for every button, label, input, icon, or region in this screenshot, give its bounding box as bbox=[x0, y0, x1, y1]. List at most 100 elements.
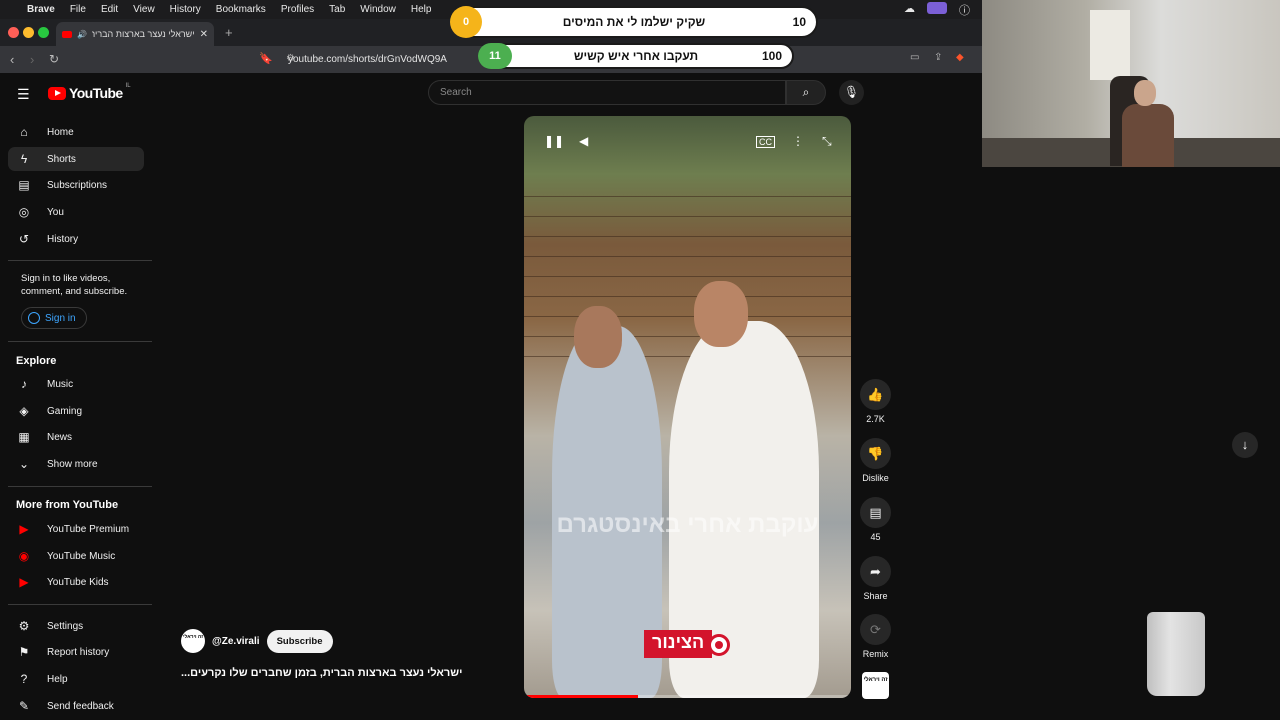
arrow-down-icon: ↓ bbox=[1241, 437, 1249, 452]
person-right-head bbox=[694, 281, 748, 347]
youtube-page: ☰ YouTube IL Search ⌕ 🎙 ⌂ Home ϟ Shorts … bbox=[0, 73, 982, 720]
sidebar-item-you[interactable]: ◎ You bbox=[8, 200, 144, 224]
comment-icon[interactable]: ▤ bbox=[860, 497, 891, 528]
overlay-score-right-2: 100 bbox=[761, 49, 782, 63]
minimize-window-button[interactable] bbox=[23, 27, 34, 38]
video-brand-label: הצינור bbox=[644, 630, 713, 658]
remix-icon[interactable]: ⟳ bbox=[860, 614, 891, 645]
comments-action[interactable]: ▤ 45 bbox=[860, 497, 891, 542]
menu-edit[interactable]: Edit bbox=[101, 4, 118, 15]
reload-icon[interactable]: ↻ bbox=[49, 52, 59, 66]
browser-tab[interactable]: 🔊 ישראלי נעצר בארצות הברית... ✕ bbox=[56, 22, 214, 46]
channel-name[interactable]: @Ze.virali bbox=[212, 636, 260, 647]
glass-cup bbox=[1147, 612, 1205, 696]
sidebar-item-subscriptions[interactable]: ▤ Subscriptions bbox=[8, 173, 144, 197]
video-overlay-text: עוקבת אחרי באינסטגרם bbox=[556, 511, 819, 538]
search-input[interactable]: Search bbox=[428, 80, 786, 105]
audio-source-thumbnail[interactable]: זה ויראלי bbox=[862, 672, 889, 699]
menu-tab[interactable]: Tab bbox=[329, 4, 345, 15]
sidebar-item-youtube-kids[interactable]: ▶ YouTube Kids bbox=[8, 570, 144, 594]
thumbs-down-icon[interactable]: 👎 bbox=[860, 438, 891, 469]
subscribe-button[interactable]: Subscribe bbox=[266, 629, 333, 653]
sidebar-item-report-history[interactable]: ⚑ Report history bbox=[8, 640, 144, 664]
overlay-text-2: תעקבו אחרי איש קשיש bbox=[573, 49, 699, 63]
menu-app-name[interactable]: Brave bbox=[27, 4, 55, 15]
like-count: 2.7K bbox=[866, 414, 885, 424]
brave-shields-icon[interactable]: ◆ bbox=[956, 52, 964, 63]
sidebar-item-history[interactable]: ↺ History bbox=[8, 227, 144, 251]
more-icon[interactable]: ⋮ bbox=[792, 134, 804, 148]
gaming-icon: ◈ bbox=[19, 404, 29, 418]
sidebar-item-send-feedback[interactable]: ✎ Send feedback bbox=[8, 694, 144, 718]
webcam-overlay bbox=[982, 0, 1280, 167]
menu-profiles[interactable]: Profiles bbox=[281, 4, 314, 15]
video-progress-bar[interactable] bbox=[524, 695, 851, 698]
maximize-window-button[interactable] bbox=[38, 27, 49, 38]
voice-search-button[interactable]: 🎙 bbox=[839, 80, 864, 105]
streamer-head bbox=[1134, 80, 1156, 106]
menu-view[interactable]: View bbox=[133, 4, 155, 15]
sidebar-item-youtube-music[interactable]: ◉ YouTube Music bbox=[8, 544, 144, 568]
remix-action[interactable]: ⟳ Remix bbox=[860, 614, 891, 659]
forward-icon[interactable]: › bbox=[30, 52, 34, 67]
sidebar-item-music[interactable]: ♪ Music bbox=[8, 372, 144, 396]
dislike-label: Dislike bbox=[862, 473, 889, 483]
url-field[interactable]: youtube.com/shorts/drGnVodWQ9A bbox=[288, 54, 447, 65]
dislike-action[interactable]: 👎 Dislike bbox=[860, 438, 891, 483]
help-icon: ? bbox=[20, 672, 28, 686]
channel-avatar[interactable]: זה ויראלי bbox=[181, 629, 205, 653]
menu-bookmarks[interactable]: Bookmarks bbox=[216, 4, 266, 15]
short-video-player[interactable]: ❚❚ ◀ CC ⋮ ⤡ עוקבת אחרי באינסטגרם הצינור bbox=[524, 116, 851, 698]
sidebar-item-settings[interactable]: ⚙ Settings bbox=[8, 614, 144, 638]
share-action[interactable]: ➦ Share bbox=[860, 556, 891, 601]
info-icon[interactable]: ⓘ bbox=[959, 2, 970, 18]
share-icon[interactable]: ⇪ bbox=[934, 52, 942, 63]
window-blinds bbox=[1090, 10, 1130, 80]
menu-help[interactable]: Help bbox=[411, 4, 432, 15]
account-icon bbox=[28, 312, 40, 324]
divider bbox=[8, 341, 152, 342]
thumbs-up-icon[interactable]: 👍 bbox=[860, 379, 891, 410]
chevron-down-icon: ⌄ bbox=[18, 457, 30, 471]
like-action[interactable]: 👍 2.7K bbox=[860, 379, 891, 424]
new-tab-button[interactable]: + bbox=[225, 25, 233, 40]
signin-button[interactable]: Sign in bbox=[21, 307, 87, 329]
sidebar-item-show-more[interactable]: ⌄ Show more bbox=[8, 452, 144, 476]
more-from-youtube-heading: More from YouTube bbox=[16, 499, 119, 511]
menu-history[interactable]: History bbox=[170, 4, 201, 15]
cast-icon[interactable]: ▭ bbox=[910, 52, 919, 63]
sidebar-item-news[interactable]: ▦ News bbox=[8, 425, 144, 449]
menu-window[interactable]: Window bbox=[360, 4, 396, 15]
signin-prompt: Sign in to like videos, comment, and sub… bbox=[21, 273, 128, 297]
menu-file[interactable]: File bbox=[70, 4, 86, 15]
captions-icon[interactable]: CC bbox=[756, 136, 775, 148]
sidebar-item-shorts[interactable]: ϟ Shorts bbox=[8, 147, 144, 171]
youtube-music-icon: ◉ bbox=[18, 549, 30, 563]
sidebar-item-home[interactable]: ⌂ Home bbox=[8, 120, 144, 144]
share-arrow-icon[interactable]: ➦ bbox=[860, 556, 891, 587]
cloud-icon[interactable]: ☁ bbox=[904, 2, 915, 18]
sidebar-item-youtube-premium[interactable]: ▶ YouTube Premium bbox=[8, 517, 144, 541]
bookmark-icon[interactable]: 🔖 bbox=[259, 52, 273, 65]
close-window-button[interactable] bbox=[8, 27, 19, 38]
overlay-score-right-1: 10 bbox=[792, 15, 806, 29]
volume-icon[interactable]: ◀ bbox=[579, 134, 588, 148]
sidebar-item-gaming[interactable]: ◈ Gaming bbox=[8, 399, 144, 423]
sidebar-item-help[interactable]: ? Help bbox=[8, 667, 144, 691]
video-progress-fill bbox=[524, 695, 639, 698]
short-title[interactable]: ישראלי נעצר בארצות הברית, בזמן שחברים של… bbox=[181, 667, 481, 679]
shorts-icon: ϟ bbox=[20, 152, 28, 166]
subscriptions-icon: ▤ bbox=[18, 178, 30, 192]
record-icon bbox=[708, 634, 730, 656]
audio-icon[interactable]: 🔊 bbox=[77, 30, 87, 39]
next-short-button[interactable]: ↓ bbox=[1232, 432, 1258, 458]
close-tab-icon[interactable]: ✕ bbox=[200, 29, 208, 40]
fullscreen-icon[interactable]: ⤡ bbox=[822, 134, 832, 149]
person-left-head bbox=[574, 306, 622, 368]
pause-icon[interactable]: ❚❚ bbox=[544, 134, 564, 148]
streamer-body bbox=[1122, 104, 1174, 167]
back-icon[interactable]: ‹ bbox=[10, 52, 14, 67]
divider bbox=[8, 604, 152, 605]
search-button[interactable]: ⌕ bbox=[786, 80, 826, 105]
screen-record-icon[interactable] bbox=[927, 2, 947, 14]
